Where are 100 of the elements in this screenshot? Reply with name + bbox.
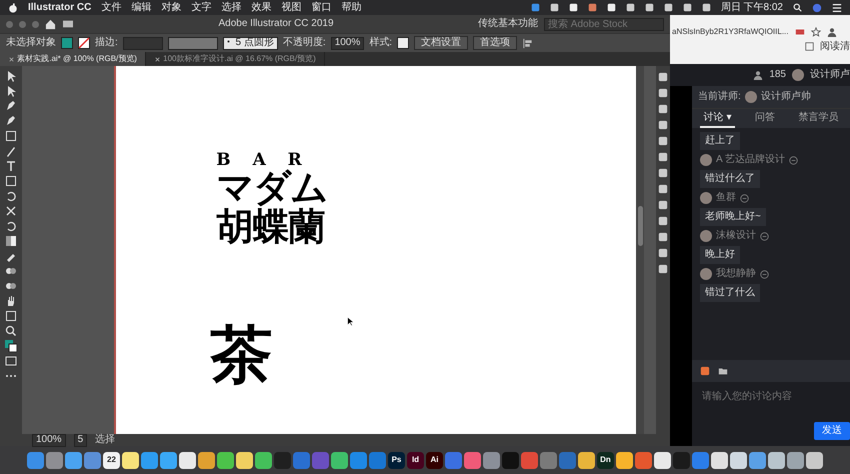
- app-icon[interactable]: [578, 452, 595, 468]
- menu-item[interactable]: 窗口: [311, 2, 332, 14]
- zoom-field[interactable]: 100%: [32, 434, 66, 446]
- app-icon[interactable]: [198, 452, 215, 468]
- gift-icon[interactable]: [700, 366, 710, 376]
- app-icon[interactable]: 22: [103, 452, 120, 468]
- app-icon[interactable]: Id: [407, 452, 424, 468]
- panel-icon[interactable]: [658, 264, 668, 274]
- stroke-swatch[interactable]: [78, 37, 90, 49]
- panel-icon[interactable]: [658, 120, 668, 130]
- fill-stroke-swatches[interactable]: [5, 340, 18, 352]
- reading-list-icon[interactable]: [805, 42, 814, 51]
- address-text[interactable]: aNSlsInByb2R1Y3RfaWQIOIIL...: [672, 26, 788, 36]
- style-swatch[interactable]: [397, 37, 410, 49]
- app-icon[interactable]: [806, 452, 823, 468]
- minus-circle-icon[interactable]: [760, 270, 769, 278]
- app-icon[interactable]: [331, 452, 348, 468]
- pen-icon[interactable]: [5, 115, 18, 127]
- panel-icon[interactable]: [658, 72, 668, 82]
- align-icon[interactable]: [522, 38, 534, 48]
- reading-list-link[interactable]: 阅读清: [820, 40, 850, 52]
- minus-circle-icon[interactable]: [740, 194, 749, 202]
- gradient-icon[interactable]: [5, 235, 18, 247]
- siri-icon[interactable]: [812, 2, 822, 12]
- rotate-icon[interactable]: [5, 220, 18, 232]
- brush-icon[interactable]: [5, 145, 18, 157]
- menu-item[interactable]: 文件: [101, 2, 122, 14]
- app-icon[interactable]: [179, 452, 196, 468]
- panel-icon[interactable]: [658, 136, 668, 146]
- app-name[interactable]: Illustrator CC: [28, 2, 92, 14]
- panel-icon[interactable]: [658, 88, 668, 98]
- chat-tab[interactable]: 讨论 ▾: [700, 110, 736, 128]
- panel-icon[interactable]: [658, 248, 668, 258]
- screen-mode-icon[interactable]: [5, 355, 18, 367]
- stroke-width-field[interactable]: [122, 36, 163, 50]
- menu-item[interactable]: 文字: [191, 2, 212, 14]
- app-icon[interactable]: [217, 452, 234, 468]
- app-icon[interactable]: Ps: [388, 452, 405, 468]
- home-icon[interactable]: [45, 18, 56, 30]
- panel-button[interactable]: 首选项: [473, 36, 518, 50]
- fill-swatch[interactable]: [61, 37, 73, 49]
- panel-icon[interactable]: [658, 168, 668, 178]
- chat-tab[interactable]: 问答: [750, 110, 779, 128]
- document-tab[interactable]: 素材实践.ai* @ 100% (RGB/预览): [0, 52, 146, 66]
- square-icon[interactable]: [5, 130, 18, 142]
- app-icon[interactable]: [768, 452, 785, 468]
- chat-input[interactable]: 请输入您的讨论内容: [700, 390, 840, 404]
- panel-icon[interactable]: [658, 184, 668, 194]
- extension-icon[interactable]: [794, 26, 804, 36]
- app-icon[interactable]: [616, 452, 633, 468]
- opacity-field[interactable]: 100%: [330, 36, 364, 50]
- arrow-icon[interactable]: [5, 85, 18, 97]
- app-icon[interactable]: [711, 452, 728, 468]
- workspace-switcher[interactable]: 传统基本功能: [478, 18, 538, 30]
- scrollbar-thumb[interactable]: [638, 206, 643, 246]
- menu-item[interactable]: 帮助: [341, 2, 362, 14]
- star-icon[interactable]: [810, 26, 820, 36]
- square-icon[interactable]: [5, 310, 18, 322]
- panel-icon[interactable]: [658, 152, 668, 162]
- square-icon[interactable]: [5, 175, 18, 187]
- scissors-icon[interactable]: [5, 205, 18, 217]
- app-icon[interactable]: [730, 452, 747, 468]
- app-icon[interactable]: [122, 452, 139, 468]
- page-field[interactable]: 5: [74, 434, 88, 446]
- close-icon[interactable]: [154, 56, 161, 62]
- panel-icon[interactable]: [658, 216, 668, 226]
- app-icon[interactable]: [787, 452, 804, 468]
- app-icon[interactable]: [749, 452, 766, 468]
- app-icon[interactable]: [160, 452, 177, 468]
- chat-tab[interactable]: 禁言学员: [794, 110, 842, 128]
- send-button[interactable]: 发送: [814, 422, 850, 440]
- variable-width-field[interactable]: [168, 36, 218, 50]
- rotate-icon[interactable]: [5, 190, 18, 202]
- app-icon[interactable]: [65, 452, 82, 468]
- panel-icon[interactable]: [658, 200, 668, 210]
- app-icon[interactable]: [141, 452, 158, 468]
- menu-item[interactable]: 对象: [161, 2, 182, 14]
- zoom-icon[interactable]: [5, 325, 18, 337]
- app-icon[interactable]: [236, 452, 253, 468]
- menu-item[interactable]: 编辑: [131, 2, 152, 14]
- close-icon[interactable]: [8, 56, 15, 62]
- app-icon[interactable]: [654, 452, 671, 468]
- menu-item[interactable]: 选择: [221, 2, 242, 14]
- blend-icon[interactable]: [5, 280, 18, 292]
- app-icon[interactable]: [255, 452, 272, 468]
- search-field[interactable]: 搜索 Adobe Stock: [544, 18, 664, 30]
- app-icon[interactable]: Dn: [597, 452, 614, 468]
- workspace-icon[interactable]: [62, 19, 74, 29]
- panel-icon[interactable]: [658, 104, 668, 114]
- panel-icon[interactable]: [658, 232, 668, 242]
- menu-item[interactable]: 视图: [281, 2, 302, 14]
- menu-icon[interactable]: [832, 2, 842, 12]
- folder-icon[interactable]: [718, 366, 728, 376]
- type-tool-icon[interactable]: [5, 160, 18, 172]
- pen-icon[interactable]: [5, 100, 18, 112]
- panel-button[interactable]: 文档设置: [414, 36, 468, 50]
- app-icon[interactable]: Ai: [426, 452, 443, 468]
- blend-icon[interactable]: [5, 265, 18, 277]
- minus-circle-icon[interactable]: [760, 232, 769, 240]
- search-icon[interactable]: [793, 3, 802, 12]
